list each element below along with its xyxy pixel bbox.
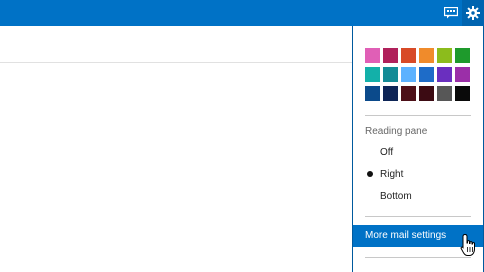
option-label: Right: [380, 169, 404, 180]
theme-color-swatch[interactable]: [401, 86, 416, 101]
theme-color-swatch[interactable]: [365, 86, 380, 101]
gear-icon: [466, 6, 480, 20]
chat-bubble-icon: [444, 7, 458, 19]
theme-color-swatch[interactable]: [383, 48, 398, 63]
content-divider: [0, 62, 352, 63]
theme-color-swatch[interactable]: [455, 48, 470, 63]
selected-bullet-icon: [367, 171, 373, 177]
reading-pane-label: Reading pane: [365, 126, 428, 137]
panel-divider: [365, 257, 471, 258]
theme-color-swatch[interactable]: [365, 48, 380, 63]
theme-color-swatch[interactable]: [455, 86, 470, 101]
reading-pane-option-off[interactable]: Off: [365, 145, 471, 163]
more-mail-settings-label: More mail settings: [365, 230, 447, 241]
chat-button[interactable]: [440, 3, 462, 23]
option-label: Bottom: [380, 191, 412, 202]
hand-pointer-cursor-icon: [460, 233, 475, 256]
option-label: Off: [380, 147, 394, 158]
theme-color-swatch[interactable]: [437, 86, 452, 101]
theme-color-swatch[interactable]: [419, 67, 434, 82]
theme-color-swatch[interactable]: [419, 48, 434, 63]
theme-color-swatch[interactable]: [437, 67, 452, 82]
top-bar: [0, 0, 484, 26]
theme-color-swatch[interactable]: [437, 48, 452, 63]
reading-pane-option-right[interactable]: Right: [365, 167, 471, 185]
reading-pane-option-bottom[interactable]: Bottom: [365, 189, 471, 207]
theme-color-swatch[interactable]: [383, 86, 398, 101]
panel-divider: [365, 115, 471, 116]
theme-color-swatch[interactable]: [419, 86, 434, 101]
theme-color-swatch[interactable]: [383, 67, 398, 82]
theme-color-swatch[interactable]: [401, 67, 416, 82]
theme-color-swatch[interactable]: [455, 67, 470, 82]
settings-button[interactable]: [462, 0, 484, 26]
theme-color-swatch[interactable]: [401, 48, 416, 63]
theme-color-picker: [365, 48, 470, 101]
theme-color-swatch[interactable]: [365, 67, 380, 82]
panel-divider: [365, 216, 471, 217]
